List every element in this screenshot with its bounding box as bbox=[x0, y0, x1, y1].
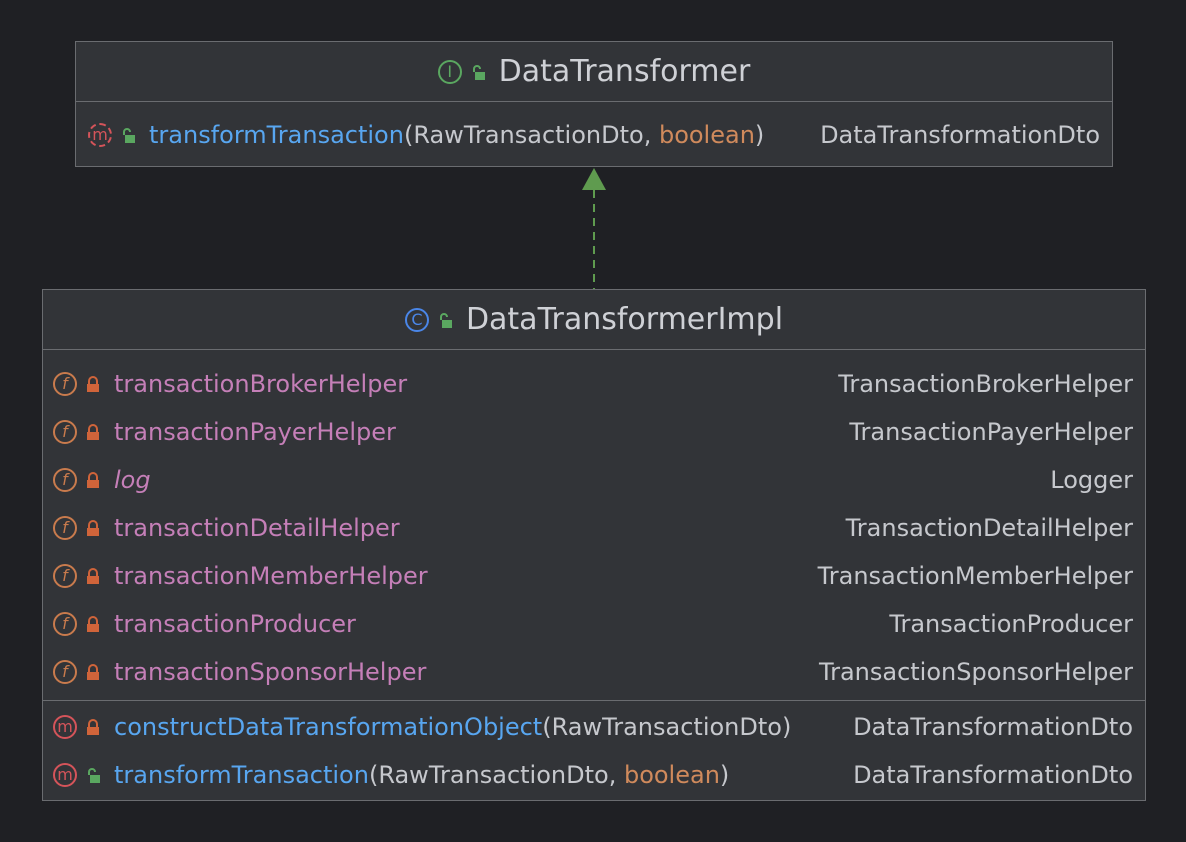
params-open: ( bbox=[403, 121, 414, 149]
public-lock-icon bbox=[123, 128, 135, 143]
field-type: TransactionMemberHelper bbox=[817, 562, 1133, 590]
field-type: TransactionDetailHelper bbox=[845, 514, 1133, 542]
public-lock-icon bbox=[472, 64, 485, 80]
field-icon: f bbox=[53, 372, 77, 396]
private-lock-icon bbox=[87, 376, 99, 392]
class-name: DataTransformerImpl bbox=[465, 302, 784, 337]
method-row[interactable]: m transformTransaction(RawTransactionDto… bbox=[43, 751, 1145, 799]
public-lock-icon bbox=[88, 768, 100, 783]
interface-name: DataTransformer bbox=[498, 54, 751, 89]
methods-section: m constructDataTransformationObject(RawT… bbox=[43, 700, 1145, 799]
return-type: DataTransformationDto bbox=[853, 761, 1133, 789]
method-icon: m bbox=[53, 715, 77, 739]
private-lock-icon bbox=[87, 719, 99, 735]
field-row[interactable]: f transactionDetailHelper TransactionDet… bbox=[43, 504, 1145, 552]
params-close: ) bbox=[754, 121, 765, 149]
field-type: Logger bbox=[1050, 466, 1133, 494]
param-type: RawTransactionDto bbox=[413, 121, 644, 149]
public-lock-icon bbox=[439, 312, 452, 328]
field-icon: f bbox=[53, 420, 77, 444]
method-row[interactable]: m constructDataTransformationObject(RawT… bbox=[43, 703, 1145, 751]
method-icon: m bbox=[53, 763, 77, 787]
field-name: transactionDetailHelper bbox=[114, 514, 400, 542]
field-type: TransactionPayerHelper bbox=[849, 418, 1133, 446]
field-name: log bbox=[114, 466, 151, 494]
param-type: RawTransactionDto bbox=[378, 761, 609, 789]
field-row[interactable]: f transactionPayerHelper TransactionPaye… bbox=[43, 408, 1145, 456]
method-name: constructDataTransformationObject bbox=[114, 713, 543, 741]
field-row[interactable]: f log Logger bbox=[43, 456, 1145, 504]
params-open: ( bbox=[542, 713, 552, 741]
return-type: DataTransformationDto bbox=[853, 713, 1133, 741]
field-name: transactionBrokerHelper bbox=[114, 370, 408, 398]
field-name: transactionSponsorHelper bbox=[114, 658, 427, 686]
return-type: DataTransformationDto bbox=[820, 121, 1100, 149]
field-type: TransactionBrokerHelper bbox=[838, 370, 1133, 398]
field-icon: f bbox=[53, 660, 77, 684]
param-separator: , bbox=[608, 761, 624, 789]
field-icon: f bbox=[53, 612, 77, 636]
param-separator: , bbox=[643, 121, 659, 149]
field-row[interactable]: f transactionBrokerHelper TransactionBro… bbox=[43, 360, 1145, 408]
interface-header: I DataTransformer bbox=[76, 42, 1112, 102]
implements-arrow bbox=[582, 168, 606, 290]
interface-box[interactable]: I DataTransformer m transformTransaction… bbox=[75, 41, 1113, 167]
private-lock-icon bbox=[87, 520, 99, 536]
interface-method-row[interactable]: m transformTransaction(RawTransactionDto… bbox=[76, 102, 1112, 168]
class-box[interactable]: C DataTransformerImpl f transactionBroke… bbox=[42, 289, 1146, 801]
private-lock-icon bbox=[87, 472, 99, 488]
method-name: transformTransaction bbox=[149, 121, 404, 149]
private-lock-icon bbox=[87, 664, 99, 680]
field-row[interactable]: f transactionMemberHelper TransactionMem… bbox=[43, 552, 1145, 600]
field-type: TransactionSponsorHelper bbox=[818, 658, 1133, 686]
param-keyword: boolean bbox=[658, 121, 755, 149]
private-lock-icon bbox=[87, 424, 99, 440]
class-header: C DataTransformerImpl bbox=[43, 290, 1145, 350]
field-name: transactionPayerHelper bbox=[114, 418, 396, 446]
param-keyword: boolean bbox=[623, 761, 720, 789]
params-open: ( bbox=[368, 761, 379, 789]
params-close: ) bbox=[719, 761, 730, 789]
field-icon: f bbox=[53, 516, 77, 540]
field-name: transactionMemberHelper bbox=[114, 562, 428, 590]
field-icon: f bbox=[53, 468, 77, 492]
field-type: TransactionProducer bbox=[889, 610, 1133, 638]
field-row[interactable]: f transactionSponsorHelper TransactionSp… bbox=[43, 648, 1145, 696]
private-lock-icon bbox=[87, 616, 99, 632]
params-close: ) bbox=[781, 713, 792, 741]
field-row[interactable]: f transactionProducer TransactionProduce… bbox=[43, 600, 1145, 648]
method-name: transformTransaction bbox=[114, 761, 369, 789]
class-icon: C bbox=[404, 307, 429, 332]
fields-section: f transactionBrokerHelper TransactionBro… bbox=[43, 350, 1145, 700]
field-name: transactionProducer bbox=[114, 610, 356, 638]
abstract-method-icon: m bbox=[88, 123, 112, 147]
param-type: RawTransactionDto bbox=[551, 713, 782, 741]
field-icon: f bbox=[53, 564, 77, 588]
interface-icon: I bbox=[437, 59, 462, 84]
private-lock-icon bbox=[87, 568, 99, 584]
